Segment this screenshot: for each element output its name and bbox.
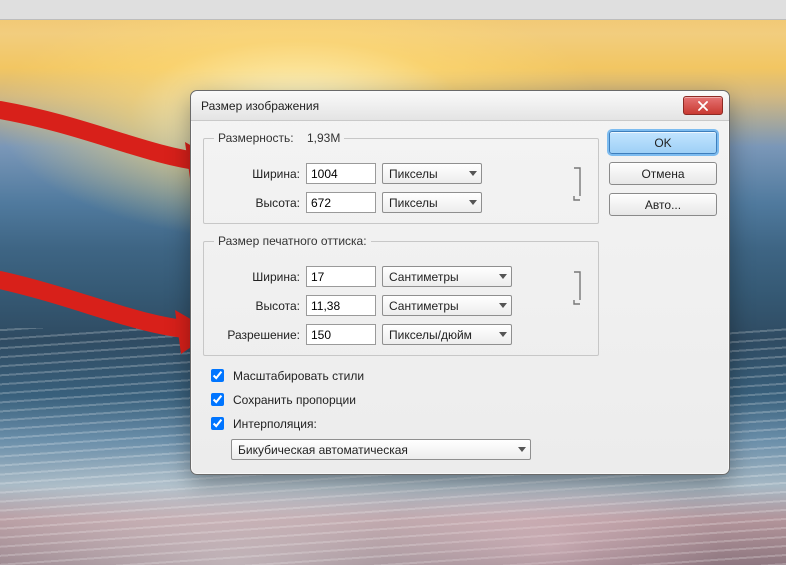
image-size-dialog: Размер изображения Размерность: 1,93M Ши…: [190, 90, 730, 475]
print-width-input[interactable]: [306, 266, 376, 287]
chevron-down-icon: [469, 171, 477, 176]
dimensions-size-value: 1,93M: [307, 131, 340, 145]
px-width-unit-select[interactable]: Пикселы: [382, 163, 482, 184]
interpolation-label: Интерполяция:: [233, 417, 317, 431]
resolution-label: Разрешение:: [214, 328, 300, 342]
resolution-unit-value: Пикселы/дюйм: [389, 328, 472, 342]
chevron-down-icon: [499, 303, 507, 308]
keep-proportions-checkbox[interactable]: [211, 393, 224, 406]
resolution-unit-select[interactable]: Пикселы/дюйм: [382, 324, 512, 345]
chevron-down-icon: [518, 447, 526, 452]
close-icon: [698, 101, 708, 111]
px-width-input[interactable]: [306, 163, 376, 184]
resolution-input[interactable]: [306, 324, 376, 345]
scale-styles-label: Масштабировать стили: [233, 369, 364, 383]
chevron-down-icon: [499, 274, 507, 279]
auto-button[interactable]: Авто...: [609, 193, 717, 216]
px-width-label: Ширина:: [214, 167, 300, 181]
dimensions-legend-label: Размерность:: [218, 131, 294, 145]
chevron-down-icon: [499, 332, 507, 337]
cancel-button[interactable]: Отмена: [609, 162, 717, 185]
print-height-unit-select[interactable]: Сантиметры: [382, 295, 512, 316]
print-width-label: Ширина:: [214, 270, 300, 284]
dialog-title: Размер изображения: [201, 99, 319, 113]
px-width-unit-value: Пикселы: [389, 167, 438, 181]
interpolation-method-value: Бикубическая автоматическая: [238, 443, 408, 457]
interpolation-method-select[interactable]: Бикубическая автоматическая: [231, 439, 531, 460]
print-height-label: Высота:: [214, 299, 300, 313]
scale-styles-checkbox[interactable]: [211, 369, 224, 382]
print-size-group: Размер печатного оттиска: Ширина: Сантим…: [203, 234, 599, 356]
scale-styles-checkbox-row[interactable]: Масштабировать стили: [207, 366, 599, 385]
ok-button[interactable]: OK: [609, 131, 717, 154]
print-size-legend: Размер печатного оттиска:: [214, 234, 371, 248]
print-height-unit-value: Сантиметры: [389, 299, 459, 313]
pixel-dimensions-group: Размерность: 1,93M Ширина: Пикселы: [203, 131, 599, 224]
px-height-unit-value: Пикселы: [389, 196, 438, 210]
close-button[interactable]: [683, 96, 723, 115]
interpolation-checkbox-row[interactable]: Интерполяция:: [207, 414, 599, 433]
options-area: Масштабировать стили Сохранить пропорции…: [207, 366, 599, 460]
print-height-input[interactable]: [306, 295, 376, 316]
px-height-unit-select[interactable]: Пикселы: [382, 192, 482, 213]
px-height-input[interactable]: [306, 192, 376, 213]
chevron-down-icon: [469, 200, 477, 205]
interpolation-checkbox[interactable]: [211, 417, 224, 430]
keep-proportions-label: Сохранить пропорции: [233, 393, 356, 407]
print-width-unit-select[interactable]: Сантиметры: [382, 266, 512, 287]
pixel-dimensions-legend: Размерность: 1,93M: [214, 131, 344, 145]
app-toolbar: [0, 0, 786, 20]
link-icon[interactable]: [570, 268, 588, 308]
px-height-label: Высота:: [214, 196, 300, 210]
dialog-titlebar[interactable]: Размер изображения: [191, 91, 729, 121]
link-icon[interactable]: [570, 164, 588, 204]
keep-proportions-checkbox-row[interactable]: Сохранить пропорции: [207, 390, 599, 409]
print-width-unit-value: Сантиметры: [389, 270, 459, 284]
